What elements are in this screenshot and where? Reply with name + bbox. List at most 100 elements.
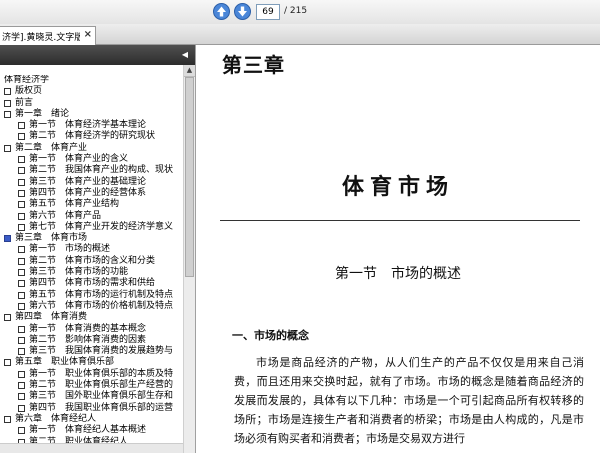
bookmark-page-icon — [4, 110, 11, 118]
bookmark-item[interactable]: 第二节 我国体育产业的构成、现状 — [0, 165, 183, 176]
bookmark-page-icon — [18, 223, 25, 231]
title-divider — [220, 220, 580, 221]
bookmark-item[interactable]: 第一章 绪论 — [0, 109, 183, 120]
bookmark-page-icon — [18, 178, 25, 186]
bookmark-item-label: 第五章 职业体育俱乐部 — [15, 357, 115, 368]
bookmark-item-label: 第四章 体育消费 — [15, 312, 88, 323]
bookmark-root[interactable]: 体育经济学 — [0, 75, 183, 86]
scroll-thumb[interactable] — [185, 77, 194, 277]
page-number-input[interactable] — [256, 4, 280, 20]
bookmark-item-label: 第一节 市场的概述 — [29, 244, 111, 255]
bookmark-item-label: 第四节 体育市场的需求和供给 — [29, 278, 156, 289]
bookmark-page-icon — [18, 382, 25, 390]
chapter-label: 第三章 — [222, 53, 285, 77]
bookmark-item[interactable]: 第二章 体育产业 — [0, 143, 183, 154]
bookmark-item[interactable]: 第一节 体育产业的含义 — [0, 154, 183, 165]
bookmark-item[interactable]: 第三节 我国体育消费的发展趋势与 — [0, 346, 183, 357]
bookmark-page-icon — [18, 336, 25, 344]
bookmark-page-icon — [18, 348, 25, 356]
bookmark-page-icon — [4, 359, 11, 367]
bookmark-item[interactable]: 第一节 体育经纪人基本概述 — [0, 425, 183, 436]
bookmark-item-label: 版权页 — [15, 86, 43, 97]
bookmark-page-icon — [18, 269, 25, 277]
bookmark-item[interactable]: 第六章 体育经纪人 — [0, 414, 183, 425]
scroll-up-icon[interactable]: ▲ — [184, 65, 195, 77]
bookmark-page-icon — [18, 246, 25, 254]
bookmark-page-icon — [4, 415, 11, 423]
document-tab[interactable]: 济学].黄晓灵.文字版 × — [0, 26, 96, 45]
bookmark-item-label: 第一节 职业体育俱乐部的本质及特 — [29, 368, 174, 379]
next-page-button[interactable] — [234, 3, 251, 20]
bookmark-page-icon — [18, 122, 25, 130]
bookmark-item[interactable]: 第三章 体育市场 — [0, 233, 183, 244]
bookmark-item-label: 第三节 体育产业的基础理论 — [29, 176, 147, 187]
sub-heading: 一、市场的概念 — [232, 329, 309, 342]
bookmark-root-label: 体育经济学 — [4, 75, 50, 85]
body-paragraph: 市场是商品经济的产物，从人们生产的产品不仅仅是用来自己消费，而且还用来交换时起，… — [234, 356, 584, 445]
bookmark-item[interactable]: 第五节 体育市场的运行机制及特点 — [0, 290, 183, 301]
bookmark-item[interactable]: 第一节 体育消费的基本概念 — [0, 324, 183, 335]
bookmark-item-label: 第一节 体育经纪人基本概述 — [29, 425, 147, 436]
bookmark-item[interactable]: 第四节 体育产业的经营体系 — [0, 188, 183, 199]
arrow-up-icon — [213, 3, 230, 20]
bookmark-page-icon — [18, 257, 25, 265]
bookmark-page-icon — [18, 393, 25, 401]
collapse-sidebar-icon[interactable]: ◀ — [180, 50, 190, 60]
bookmark-page-icon — [18, 325, 25, 333]
bookmark-item[interactable]: 第一节 市场的概述 — [0, 244, 183, 255]
bookmark-page-icon — [18, 370, 25, 378]
section-title: 第一节 市场的概述 — [335, 266, 461, 282]
bookmark-item[interactable]: 第三节 体育产业的基础理论 — [0, 177, 183, 188]
bookmark-item[interactable]: 第六节 体育产品 — [0, 211, 183, 222]
bookmark-item-label: 第三节 我国体育消费的发展趋势与 — [29, 346, 174, 357]
document-tab-label: 济学].黄晓灵.文字版 — [2, 33, 80, 43]
bookmark-item[interactable]: 第三节 体育市场的功能 — [0, 267, 183, 278]
bookmark-item[interactable]: 版权页 — [0, 86, 183, 97]
bookmark-item[interactable]: 第六节 体育市场的价格机制及特点 — [0, 301, 183, 312]
bookmark-item-label: 第五节 体育市场的运行机制及特点 — [29, 289, 174, 300]
toolbar: / 215 — [0, 0, 600, 25]
sidebar-scrollbar[interactable]: ▲ — [183, 65, 195, 453]
chapter-title: 体育市场 — [341, 174, 454, 200]
bookmark-page-icon — [18, 427, 25, 435]
bookmark-item-label: 第二节 职业体育俱乐部生产经营的 — [29, 380, 174, 391]
bookmark-item[interactable]: 第二节 职业体育俱乐部生产经营的 — [0, 380, 183, 391]
arrow-down-icon — [234, 3, 251, 20]
bookmark-item[interactable]: 第三节 国外职业体育俱乐部生存和 — [0, 391, 183, 402]
bookmark-item[interactable]: 第五节 体育产业结构 — [0, 199, 183, 210]
bookmark-page-icon — [18, 201, 25, 209]
bookmark-item-label: 第四节 我国职业体育俱乐部的运营 — [29, 402, 174, 413]
bookmark-item[interactable]: 第一节 职业体育俱乐部的本质及特 — [0, 369, 183, 380]
bookmark-item[interactable]: 第七节 体育产业开发的经济学意义 — [0, 222, 183, 233]
bookmark-item-label: 第一节 体育经济学基本理论 — [29, 120, 147, 131]
bookmark-item[interactable]: 第二节 体育经济学的研究现状 — [0, 131, 183, 142]
bookmark-page-icon — [4, 314, 11, 322]
bookmark-item[interactable]: 第四节 体育市场的需求和供给 — [0, 278, 183, 289]
close-icon[interactable]: × — [84, 29, 92, 40]
sidebar-horizontal-scrollbar[interactable] — [0, 443, 183, 453]
bookmark-selected-icon — [4, 235, 11, 243]
bookmark-item-label: 第二节 影响体育消费的因素 — [29, 334, 147, 345]
bookmark-item-label: 第二节 体育经济学的研究现状 — [29, 131, 156, 142]
bookmark-item[interactable]: 第四节 我国职业体育俱乐部的运营 — [0, 403, 183, 414]
bookmark-page-icon — [18, 189, 25, 197]
bookmark-item[interactable]: 第一节 体育经济学基本理论 — [0, 120, 183, 131]
bookmark-page-icon — [18, 291, 25, 299]
sidebar-header: ◀ — [0, 45, 195, 65]
page-total-label: / 215 — [284, 6, 308, 16]
bookmark-page-icon — [18, 133, 25, 141]
bookmark-item[interactable]: 第四章 体育消费 — [0, 312, 183, 323]
bookmark-item-label: 第二节 我国体育产业的构成、现状 — [29, 165, 174, 176]
bookmark-item[interactable]: 第五章 职业体育俱乐部 — [0, 357, 183, 368]
previous-page-button[interactable] — [213, 3, 230, 20]
bookmark-page-icon — [18, 212, 25, 220]
bookmark-page-icon — [18, 404, 25, 412]
bookmark-item[interactable]: 第二节 影响体育消费的因素 — [0, 335, 183, 346]
bookmark-item[interactable]: 第二节 体育市场的含义和分类 — [0, 256, 183, 267]
bookmark-item[interactable]: 前言 — [0, 98, 183, 109]
bookmark-item-label: 第三节 国外职业体育俱乐部生存和 — [29, 391, 174, 402]
bookmark-item-label: 第三章 体育市场 — [15, 233, 88, 244]
bookmark-item-label: 第一章 绪论 — [15, 108, 70, 119]
bookmark-item-label: 前言 — [15, 97, 34, 108]
bookmark-tree: 体育经济学 版权页 前言 第一章 绪论 第一节 体育经济学基本理论 第二节 体育经济学的… — [0, 75, 183, 449]
